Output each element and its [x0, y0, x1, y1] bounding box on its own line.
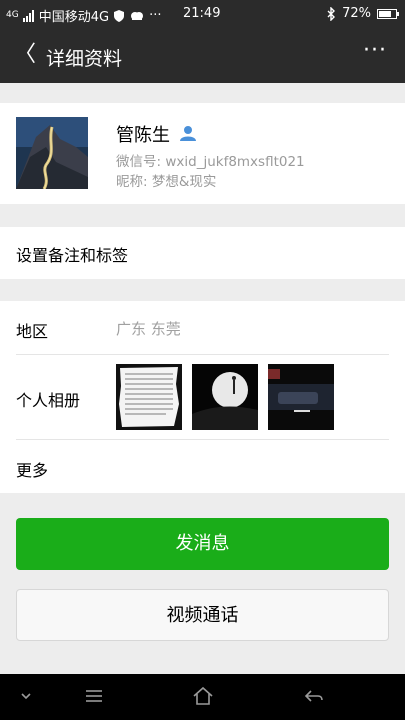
album-photo-2[interactable] [192, 364, 258, 430]
divider [16, 439, 389, 440]
album-label: 个人相册 [16, 391, 81, 410]
signal-label: 4G [6, 10, 19, 20]
system-nav-bar [0, 674, 405, 720]
album-photo-1[interactable] [116, 364, 182, 430]
set-remark-label: 设置备注和标签 [16, 246, 129, 265]
profile-name: 管陈生 [116, 125, 170, 146]
shield-icon [114, 9, 125, 22]
more-icon[interactable]: ··· [363, 38, 387, 63]
divider [16, 354, 389, 355]
region-label: 地区 [16, 322, 49, 341]
signal-icon [22, 9, 34, 22]
battery-fill [379, 10, 391, 17]
album-photo-3[interactable] [268, 364, 334, 430]
status-dots: ··· [149, 8, 162, 23]
page-title: 详细资料 [46, 48, 123, 70]
person-verified-icon [180, 126, 196, 141]
nav-back-icon[interactable] [302, 684, 326, 708]
bluetooth-icon [327, 6, 336, 21]
send-message-button[interactable]: 发消息 [16, 518, 389, 570]
nickname: 昵称: 梦想&现实 [116, 174, 217, 190]
battery-percent: 72% [342, 6, 371, 21]
wechat-id: 微信号: wxid_jukf8mxsflt021 [116, 154, 305, 170]
info-card: 地区 广东 东莞 个人相册 更多 [0, 301, 405, 493]
back-icon[interactable]: 〈 [14, 43, 36, 67]
set-remark-row[interactable]: 设置备注和标签 [0, 227, 405, 279]
profile-card: 管陈生 微信号: wxid_jukf8mxsflt021 昵称: 梦想&现实 [0, 103, 405, 204]
nav-down-icon[interactable] [14, 684, 38, 708]
status-bar: 4G 中国移动4G ··· 21:49 72% [0, 0, 405, 28]
nav-home-icon[interactable] [191, 684, 215, 708]
video-call-button[interactable]: 视频通话 [16, 589, 389, 641]
clock: 21:49 [183, 6, 221, 21]
battery-icon [377, 8, 399, 19]
weather-icon [131, 11, 144, 20]
region-value: 广东 东莞 [116, 320, 181, 338]
carrier-name: 中国移动4G [38, 10, 110, 25]
avatar[interactable] [16, 117, 88, 189]
more-label: 更多 [16, 461, 49, 480]
title-bar: 〈 详细资料 ··· [0, 28, 405, 83]
nav-menu-icon[interactable] [82, 684, 106, 708]
